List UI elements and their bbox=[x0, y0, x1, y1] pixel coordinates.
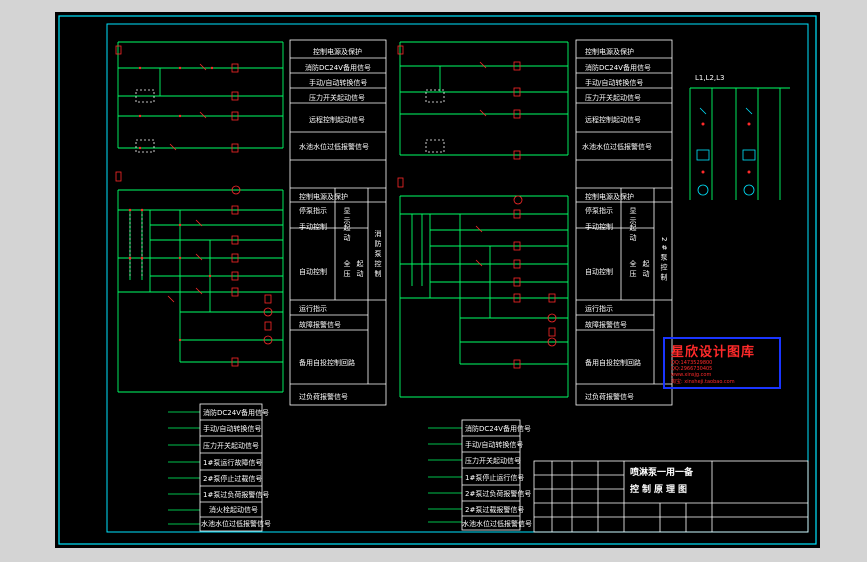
bottom-left-label-3: 1#泵运行故障信号 bbox=[203, 459, 263, 467]
mid-top-components bbox=[397, 45, 521, 160]
left-lower-dots bbox=[128, 208, 212, 342]
title-line1: 喷淋泵一用一备 bbox=[630, 468, 694, 478]
bottom-mid-label-5: 2#泵过载报警信号 bbox=[465, 506, 525, 514]
bottom-mid-label-1: 手动/自动转换信号 bbox=[465, 441, 524, 449]
left-label-fault: 故障报警信号 bbox=[299, 321, 341, 329]
bottom-mid-label-0: 消防DC24V备用信号 bbox=[465, 425, 531, 433]
mid-label-manual: 手动控制 bbox=[585, 223, 613, 231]
bottom-mid-label-3: 1#泵停止运行信号 bbox=[465, 474, 525, 482]
bottom-left-label-4: 2#泵停止过载信号 bbox=[203, 475, 263, 483]
mid-label-row3: 手动/自动转换信号 bbox=[585, 79, 644, 87]
mid-label-row1: 控制电源及保护 bbox=[585, 48, 634, 56]
bottom-mid-label-6: 水池水位过低报警信号 bbox=[462, 520, 532, 528]
watermark-title: 星欣设计图库 bbox=[671, 345, 756, 360]
bottom-mid-wires bbox=[428, 427, 462, 523]
outer-frame bbox=[58, 15, 817, 545]
mid-label-fullvoltage: 全压 bbox=[629, 260, 637, 280]
left-label-stop: 停泵指示 bbox=[299, 207, 327, 215]
left-top-dots bbox=[138, 66, 214, 150]
left-label-row1: 控制电源及保护 bbox=[313, 48, 362, 56]
left-label-row3: 手动/自动转换信号 bbox=[309, 79, 368, 87]
bottom-left-label-6: 消火栓起动信号 bbox=[209, 506, 258, 514]
left-label-overload: 过负荷报警信号 bbox=[299, 393, 348, 401]
left-label-run: 运行指示 bbox=[299, 305, 327, 313]
left-label-row4: 压力开关起动信号 bbox=[309, 94, 365, 102]
left-top-components bbox=[115, 45, 239, 153]
left-label-row2: 消防DC24V备用信号 bbox=[305, 64, 371, 72]
main-circuit-devices bbox=[696, 107, 756, 196]
mid-label-pump-ctrl: 2#泵控制 bbox=[660, 237, 668, 284]
mid-label-stop: 停泵指示 bbox=[585, 207, 613, 215]
mid-label-row4: 压力开关起动信号 bbox=[585, 94, 641, 102]
left-label-auto: 自动控制 bbox=[299, 268, 327, 276]
mid-label-row2: 消防DC24V备用信号 bbox=[585, 64, 651, 72]
bottom-left-wires bbox=[168, 411, 200, 525]
mid-label-row6: 水池水位过低报警信号 bbox=[582, 143, 652, 151]
left-label-fullvoltage: 全压 bbox=[343, 260, 351, 280]
main-circuit-label: L1,L2,L3 bbox=[695, 74, 725, 82]
mid-label-auto: 自动控制 bbox=[585, 268, 613, 276]
main-circuit-dots bbox=[701, 122, 751, 174]
mid-label-start1: 起动 bbox=[629, 224, 637, 244]
mid-label-fault: 故障报警信号 bbox=[585, 321, 627, 329]
left-label-pump-ctrl: 消防泵控制 bbox=[374, 230, 382, 280]
mid-label-run: 运行指示 bbox=[585, 305, 613, 313]
watermark-stamp: 星欣设计图库 QQ:1473529800 QQ:2966730405 www.x… bbox=[663, 337, 781, 389]
left-label-row5: 远程控制起动信号 bbox=[309, 116, 365, 124]
mid-label-overload: 过负荷报警信号 bbox=[585, 393, 634, 401]
left-lower-components bbox=[115, 171, 273, 367]
bottom-left-label-1: 手动/自动转换信号 bbox=[203, 425, 262, 433]
left-label-start2: 起动 bbox=[356, 260, 364, 280]
left-lower-circuit bbox=[117, 189, 284, 393]
mid-lower-circuit bbox=[399, 195, 569, 398]
left-lower-dashed bbox=[129, 214, 143, 276]
drawing-canvas: 控制电源及保护 消防DC24V备用信号 手动/自动转换信号 压力开关起动信号 远… bbox=[55, 12, 820, 548]
left-label-row6: 水池水位过低报警信号 bbox=[299, 143, 369, 151]
bottom-left-label-0: 消防DC24V备用信号 bbox=[203, 409, 269, 417]
mid-label-start2: 起动 bbox=[642, 260, 650, 280]
watermark-shop: 淘宝: xinsheji.taobao.com bbox=[671, 379, 735, 385]
title-line2: 控制原理图 bbox=[630, 485, 691, 495]
left-label-start1: 起动 bbox=[343, 224, 351, 244]
left-label-manual: 手动控制 bbox=[299, 223, 327, 231]
left-label-row7: 控制电源及保护 bbox=[299, 193, 348, 201]
bottom-left-label-5: 1#泵过负荷报警信号 bbox=[203, 491, 270, 499]
left-label-backup: 备用自投控制回路 bbox=[299, 359, 355, 367]
bottom-left-label-7: 水池水位过低报警信号 bbox=[201, 520, 271, 528]
left-top-circuit bbox=[117, 41, 284, 149]
mid-top-circuit bbox=[399, 41, 569, 156]
main-circuit bbox=[689, 87, 790, 200]
mid-label-backup: 备用自投控制回路 bbox=[585, 359, 641, 367]
schematic-svg bbox=[58, 15, 817, 545]
mid-label-row5: 远程控制起动信号 bbox=[585, 116, 641, 124]
bottom-mid-label-4: 2#泵过负荷报警信号 bbox=[465, 490, 532, 498]
bottom-mid-label-2: 压力开关起动信号 bbox=[465, 457, 521, 465]
inner-frame bbox=[106, 23, 809, 533]
bottom-left-label-2: 压力开关起动信号 bbox=[203, 442, 259, 450]
mid-label-row7: 控制电源及保护 bbox=[585, 193, 634, 201]
